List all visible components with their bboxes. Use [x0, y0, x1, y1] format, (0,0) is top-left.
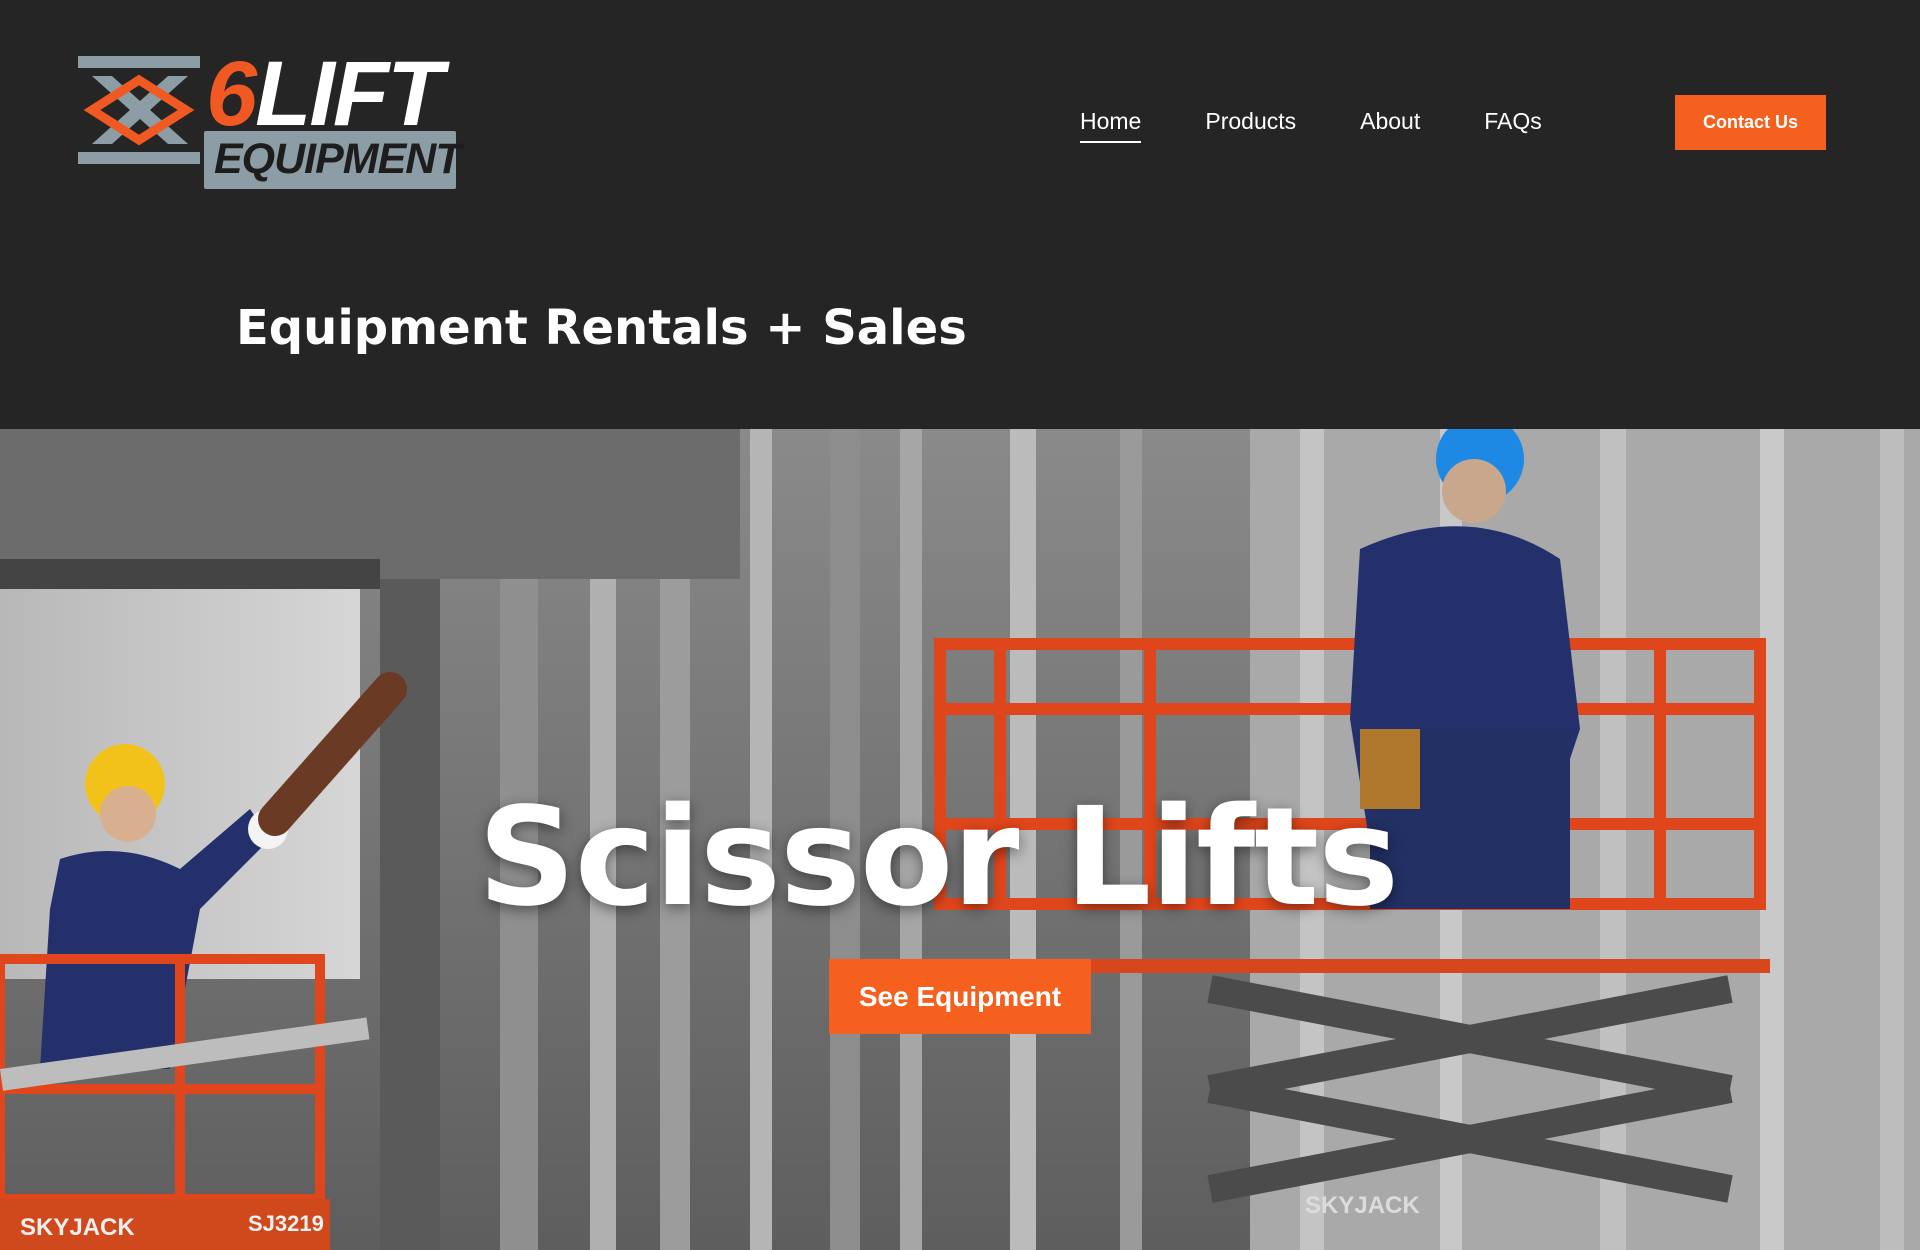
contact-us-button[interactable]: Contact Us: [1675, 95, 1826, 150]
site-logo[interactable]: 6LIFT EQUIPMENT: [78, 48, 462, 192]
nav-home[interactable]: Home: [1080, 108, 1142, 143]
scissor-logo-icon: [78, 56, 200, 164]
svg-text:SKYJACK: SKYJACK: [20, 1214, 135, 1241]
nav-faqs[interactable]: FAQs: [1484, 108, 1542, 143]
site-header: 6LIFT EQUIPMENT Home Products About FAQs…: [0, 0, 1920, 429]
hero-title: Scissor Lifts: [477, 779, 1399, 937]
nav-about[interactable]: About: [1360, 108, 1420, 143]
nav-products[interactable]: Products: [1205, 108, 1296, 143]
tagline: Equipment Rentals + Sales: [236, 300, 967, 356]
svg-text:SJ3219: SJ3219: [248, 1211, 324, 1236]
logo-wordmark: 6LIFT: [206, 43, 443, 145]
hero-section: SKYJACK SKYJACK SJ3219 Scissor Lifts See…: [0, 429, 1920, 1250]
logo-equipment-text: EQUIPMENT: [214, 135, 462, 183]
see-equipment-button[interactable]: See Equipment: [829, 959, 1091, 1034]
svg-text:SKYJACK: SKYJACK: [1305, 1192, 1420, 1219]
main-nav: Home Products About FAQs: [1080, 108, 1542, 143]
